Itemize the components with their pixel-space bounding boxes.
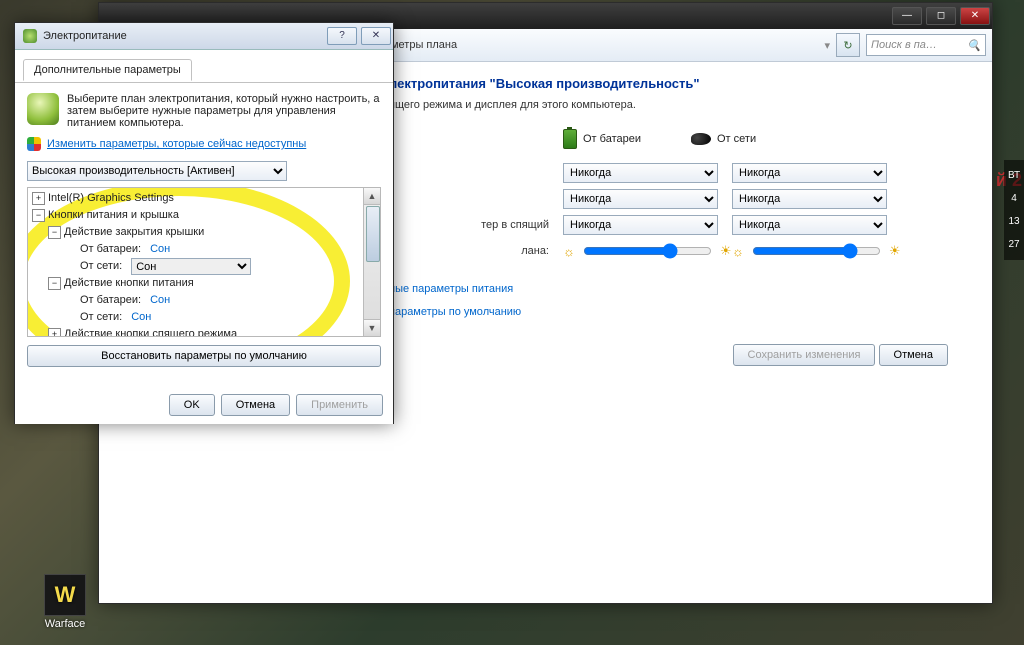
brightness-low-icon: ☼ [563, 244, 575, 259]
cancel-button[interactable]: Отмена [221, 394, 290, 416]
power-options-advanced-dialog: Электропитание ? ✕ Дополнительные параме… [14, 22, 394, 424]
column-header-ac: От сети [691, 133, 756, 145]
column-header-battery: От батареи [563, 129, 641, 149]
tree-node-power-button-action[interactable]: −Действие кнопки питания [32, 275, 376, 292]
tree-leaf-lid-ac[interactable]: От сети: Сон [32, 258, 376, 275]
brightness-low-icon: ☼ [732, 244, 744, 259]
dialog-title: Электропитание [43, 30, 127, 42]
search-input[interactable]: Поиск в па… 🔍 [866, 34, 986, 56]
turn-off-display-ac-select[interactable]: Никогда [732, 189, 887, 209]
lid-ac-select[interactable]: Сон [131, 258, 251, 275]
collapse-icon[interactable]: − [48, 226, 61, 239]
collapse-icon[interactable]: − [32, 209, 45, 222]
setting-row: тер в спящий Никогда Никогда [429, 215, 968, 235]
ok-button[interactable]: OK [169, 394, 215, 416]
search-icon: 🔍 [967, 39, 981, 52]
tree-leaf-lid-battery[interactable]: От батареи: Сон [32, 241, 376, 258]
close-button[interactable]: ✕ [960, 7, 990, 25]
brightness-battery-slider[interactable] [583, 243, 712, 259]
sleep-ac-select[interactable]: Никогда [732, 215, 887, 235]
power-plan-select[interactable]: Высокая производительность [Активен] [27, 161, 287, 181]
restore-plan-defaults-button[interactable]: Восстановить параметры по умолчанию [27, 345, 381, 367]
settings-tree: +Intel(R) Graphics Settings −Кнопки пита… [27, 187, 381, 337]
expand-icon[interactable]: + [32, 192, 45, 205]
page-title: лектропитания "Высокая производительност… [389, 76, 968, 91]
warface-icon: W [44, 574, 86, 616]
cancel-button[interactable]: Отмена [879, 344, 948, 366]
tree-node-sleep-button-action[interactable]: +Действие кнопки спящего режима [32, 326, 376, 337]
tree-node-lid-close-action[interactable]: −Действие закрытия крышки [32, 224, 376, 241]
minimize-button[interactable]: — [892, 7, 922, 25]
game-overlay-sidebar: ВТ 4 13 27 [1004, 160, 1024, 260]
page-subtitle: ящего режима и дисплея для этого компьют… [389, 99, 968, 111]
power-plan-icon [27, 93, 59, 125]
tab-advanced[interactable]: Дополнительные параметры [23, 59, 192, 81]
tree-node-power-buttons-lid[interactable]: −Кнопки питания и крышка [32, 207, 376, 224]
tree-node-intel-graphics[interactable]: +Intel(R) Graphics Settings [32, 190, 376, 207]
uac-shield-icon [27, 137, 41, 151]
desktop-shortcut-label: Warface [40, 618, 90, 630]
refresh-button[interactable]: ↻ [836, 33, 860, 57]
close-button[interactable]: ✕ [361, 27, 391, 45]
dialog-description: Выберите план электропитания, который ну… [67, 93, 381, 129]
help-button[interactable]: ? [327, 27, 357, 45]
sleep-battery-select[interactable]: Никогда [563, 215, 718, 235]
brightness-high-icon: ☀ [720, 243, 732, 259]
tree-leaf-powerbtn-battery[interactable]: От батареи: Сон [32, 292, 376, 309]
brightness-high-icon: ☀ [889, 243, 901, 259]
brightness-row: лана: ☼ ☀ ☼ ☀ [429, 241, 968, 261]
setting-row: Никогда Никогда [429, 163, 968, 183]
brightness-ac-slider[interactable] [752, 243, 881, 259]
desktop-shortcut-warface[interactable]: W Warface [40, 574, 90, 630]
plug-icon [691, 133, 711, 145]
change-advanced-link[interactable]: ные параметры питания [389, 283, 513, 295]
collapse-icon[interactable]: − [48, 277, 61, 290]
restore-defaults-link[interactable]: параметры по умолчанию [389, 306, 521, 318]
tree-leaf-powerbtn-ac[interactable]: От сети: Сон [32, 309, 376, 326]
uac-elevate-link[interactable]: Изменить параметры, которые сейчас недос… [47, 138, 306, 150]
dim-display-battery-select[interactable]: Никогда [563, 163, 718, 183]
apply-button[interactable]: Применить [296, 394, 383, 416]
dialog-titlebar[interactable]: Электропитание ? ✕ [15, 23, 393, 50]
setting-row: Никогда Никогда [429, 189, 968, 209]
save-changes-button[interactable]: Сохранить изменения [733, 344, 876, 366]
dim-display-ac-select[interactable]: Никогда [732, 163, 887, 183]
power-icon [23, 29, 37, 43]
maximize-button[interactable]: ◻ [926, 7, 956, 25]
tab-strip: Дополнительные параметры [15, 50, 393, 83]
expand-icon[interactable]: + [48, 328, 61, 337]
turn-off-display-battery-select[interactable]: Никогда [563, 189, 718, 209]
battery-icon [563, 129, 577, 149]
